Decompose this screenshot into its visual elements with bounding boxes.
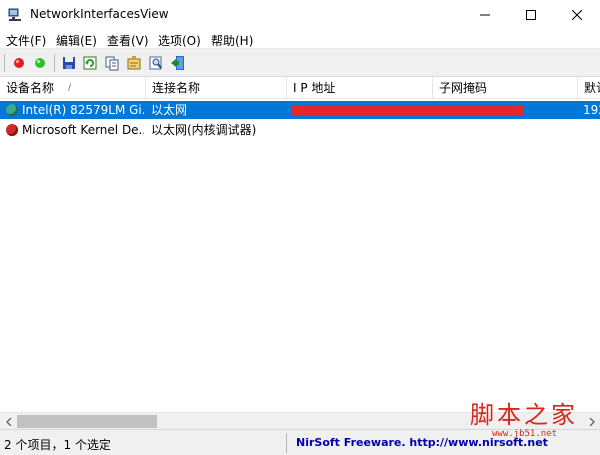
connection-name-cell: 以太网(内核调试器)	[151, 123, 257, 137]
maximize-button[interactable]	[508, 0, 554, 30]
maximize-icon	[526, 10, 536, 20]
device-name-cell: Intel(R) 82579LM Gi...	[22, 103, 144, 117]
device-name-cell: Microsoft Kernel De...	[22, 123, 144, 137]
title-bar: NetworkInterfacesView	[0, 0, 600, 30]
refresh-icon[interactable]	[82, 55, 98, 71]
toolbar-separator	[4, 54, 5, 72]
column-label: 默认	[584, 81, 600, 95]
toolbar	[0, 49, 600, 77]
minimize-button[interactable]	[462, 0, 508, 30]
connection-name-cell: 以太网	[151, 103, 188, 117]
column-label: 子网掩码	[439, 81, 488, 95]
column-device-name[interactable]: 设备名称 ∕	[0, 77, 146, 99]
menu-file[interactable]: 文件(F)	[6, 32, 46, 49]
list-header: 设备名称 ∕ 连接名称 I P 地址 子网掩码 默认	[0, 77, 600, 99]
scroll-left-button[interactable]	[0, 413, 17, 430]
column-connection-name[interactable]: 连接名称	[146, 77, 287, 99]
properties-icon[interactable]	[126, 55, 142, 71]
table-row[interactable]: Microsoft Kernel De... 以太网(内核调试器)	[0, 121, 600, 139]
save-icon[interactable]	[61, 55, 77, 71]
status-dot-icon	[6, 124, 18, 136]
find-icon[interactable]	[148, 55, 164, 71]
column-ip-address[interactable]: I P 地址	[287, 77, 433, 99]
window-title: NetworkInterfacesView	[30, 7, 169, 21]
toolbar-separator	[54, 54, 55, 72]
menu-edit[interactable]: 编辑(E)	[56, 32, 97, 49]
menu-view[interactable]: 查看(V)	[107, 32, 149, 49]
watermark-text: 脚本之家	[470, 401, 578, 429]
green-dot-icon[interactable]	[32, 55, 48, 71]
copy-icon[interactable]	[104, 55, 120, 71]
close-button[interactable]	[554, 0, 600, 30]
minimize-icon	[480, 14, 490, 16]
column-default-gateway[interactable]: 默认	[578, 77, 600, 99]
watermark: 脚本之家 www.jb51.net	[470, 395, 594, 443]
menu-help[interactable]: 帮助(H)	[211, 32, 253, 49]
menu-bar: 文件(F) 编辑(E) 查看(V) 选项(O) 帮助(H)	[0, 30, 600, 49]
scroll-thumb[interactable]	[17, 415, 157, 428]
sort-ascending-icon: ∕	[68, 83, 72, 93]
column-label: 设备名称	[6, 81, 55, 95]
column-label: 连接名称	[152, 81, 201, 95]
close-icon	[572, 10, 582, 20]
menu-options[interactable]: 选项(O)	[158, 32, 201, 49]
table-row[interactable]: Intel(R) 82579LM Gi... 以太网 192	[0, 101, 600, 119]
item-count: 2 个项目，1 个选定	[4, 438, 111, 452]
exit-icon[interactable]	[170, 55, 186, 71]
status-dot-icon	[6, 104, 18, 116]
network-app-icon	[8, 8, 21, 21]
status-divider	[286, 433, 287, 453]
red-dot-icon[interactable]	[11, 55, 27, 71]
column-label: I P 地址	[293, 81, 336, 95]
gateway-cell: 192	[583, 103, 600, 117]
redaction-bar	[292, 105, 524, 116]
chevron-left-icon	[5, 417, 11, 426]
watermark-url: www.jb51.net	[492, 429, 558, 439]
column-subnet-mask[interactable]: 子网掩码	[433, 77, 578, 99]
interfaces-list[interactable]: 设备名称 ∕ 连接名称 I P 地址 子网掩码 默认 Intel(R) 8257…	[0, 77, 600, 412]
